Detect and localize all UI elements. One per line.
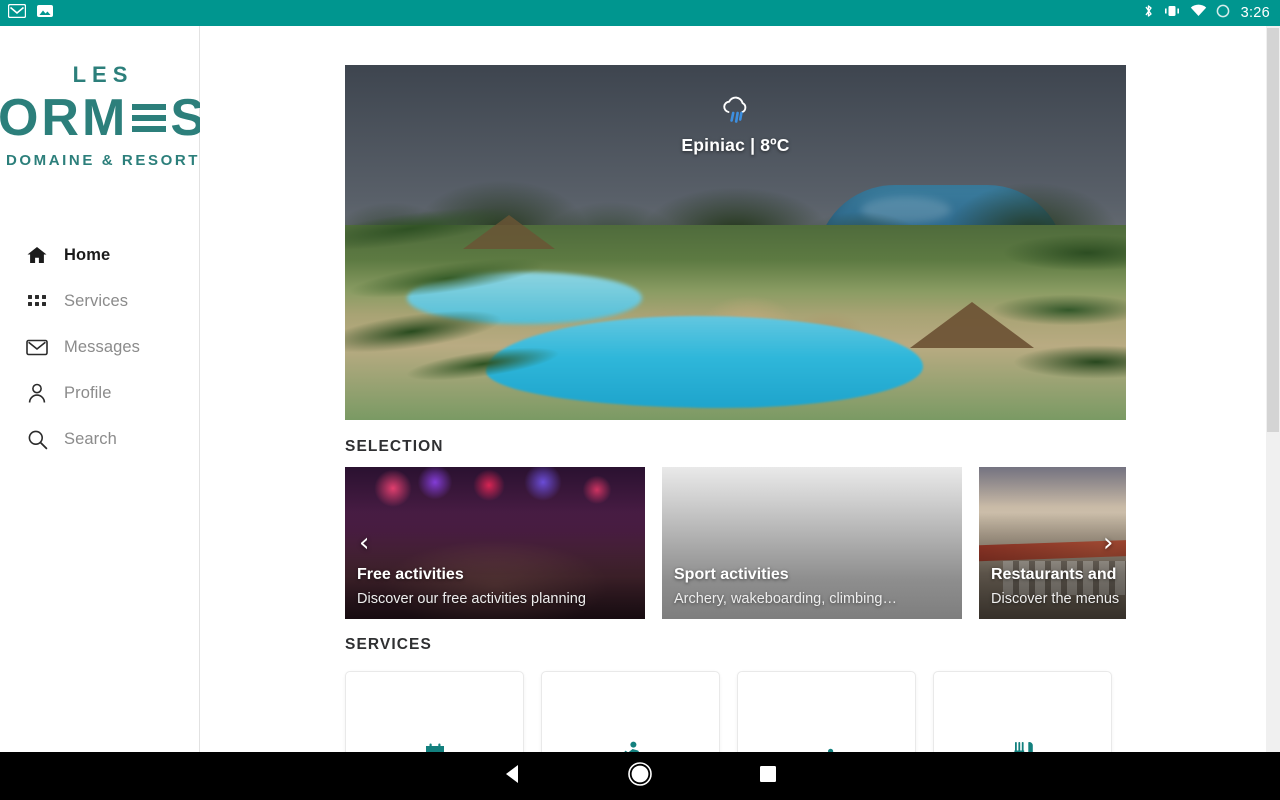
- gallery-icon: [36, 3, 54, 24]
- gmail-icon: [7, 3, 27, 23]
- sidebar-item-messages[interactable]: Messages: [0, 324, 200, 370]
- person-icon: [24, 380, 50, 406]
- card-subtitle: Archery, wakeboarding, climbing…: [674, 591, 897, 607]
- service-tile-restaurant[interactable]: [933, 671, 1112, 752]
- weather-location-temp: Epiniac | 8ºC: [681, 135, 790, 155]
- card-title: Free activities: [357, 566, 464, 583]
- sidebar: LES ORM S DOMAINE & RESORT Home Services…: [0, 26, 205, 752]
- sidebar-item-label: Services: [64, 291, 129, 310]
- home-icon: [24, 242, 50, 268]
- back-icon: [502, 763, 522, 790]
- recents-square-icon: [758, 764, 778, 789]
- vertical-scrollbar[interactable]: [1266, 26, 1280, 752]
- calendar-icon: [423, 742, 447, 752]
- selection-card-sport-activities[interactable]: Sport activities Archery, wakeboarding, …: [662, 467, 962, 619]
- app-window: LES ORM S DOMAINE & RESORT Home Services…: [0, 26, 1280, 752]
- carousel-next-icon[interactable]: ›: [1103, 530, 1113, 556]
- card-subtitle: Discover the menus: [991, 591, 1120, 607]
- battery-icon: [1216, 4, 1230, 23]
- wifi-icon: [1190, 4, 1207, 22]
- main-content: Epiniac | 8ºC SELECTION ‹ › Free activit…: [200, 26, 1280, 752]
- running-icon: [619, 741, 643, 752]
- hero-palm-left: [345, 110, 647, 420]
- envelope-icon: [24, 334, 50, 360]
- sidebar-item-home[interactable]: Home: [0, 232, 204, 278]
- status-clock: 3:26: [1240, 5, 1270, 21]
- home-circle-icon: [627, 761, 653, 792]
- android-status-bar: 3:26: [0, 0, 1280, 26]
- carousel-track: Free activities Discover our free activi…: [345, 467, 1126, 619]
- selection-carousel[interactable]: ‹ › Free activities Discover our free ac…: [345, 467, 1126, 619]
- android-navigation-bar: [0, 752, 1280, 800]
- sidebar-item-services[interactable]: Services: [0, 278, 200, 324]
- card-title: Restaurants and: [991, 566, 1117, 583]
- sidebar-item-label: Profile: [64, 383, 112, 402]
- sidebar-item-label: Search: [64, 429, 117, 448]
- scrollbar-thumb[interactable]: [1267, 28, 1279, 432]
- nav-recents-button[interactable]: [704, 752, 832, 800]
- swimmer-icon: [813, 745, 841, 752]
- card-title: Sport activities: [674, 566, 789, 583]
- restaurant-icon: [1012, 741, 1034, 752]
- vibrate-icon: [1163, 4, 1181, 23]
- hero-palm-right: [926, 180, 1126, 420]
- services-grid: [345, 671, 1112, 752]
- service-tile-sport[interactable]: [541, 671, 720, 752]
- grid-icon: [24, 288, 50, 314]
- card-subtitle: Discover our free activities planning: [357, 591, 586, 607]
- carousel-prev-icon[interactable]: ‹: [359, 530, 369, 556]
- sidebar-item-profile[interactable]: Profile: [0, 370, 200, 416]
- brand-equal-glyph: [132, 104, 167, 132]
- search-icon: [24, 426, 50, 452]
- weather-widget: Epiniac | 8ºC: [345, 95, 1126, 156]
- nav-home-button[interactable]: [576, 752, 704, 800]
- services-section-title: SERVICES: [345, 636, 432, 653]
- selection-card-free-activities[interactable]: Free activities Discover our free activi…: [345, 467, 645, 619]
- bluetooth-icon: [1143, 3, 1154, 24]
- rain-cloud-icon: [345, 95, 1126, 127]
- hero-banner: Epiniac | 8ºC: [345, 65, 1126, 420]
- nav-back-button[interactable]: [448, 752, 576, 800]
- service-tile-calendar[interactable]: [345, 671, 524, 752]
- sidebar-item-search[interactable]: Search: [0, 416, 200, 462]
- sidebar-nav: Home Services Messages Profile Search: [0, 232, 204, 462]
- selection-section-title: SELECTION: [345, 438, 444, 455]
- sidebar-item-label: Home: [64, 245, 111, 264]
- brand-ormes-left: ORM: [0, 89, 129, 147]
- sidebar-item-label: Messages: [64, 337, 141, 356]
- service-tile-swimming[interactable]: [737, 671, 916, 752]
